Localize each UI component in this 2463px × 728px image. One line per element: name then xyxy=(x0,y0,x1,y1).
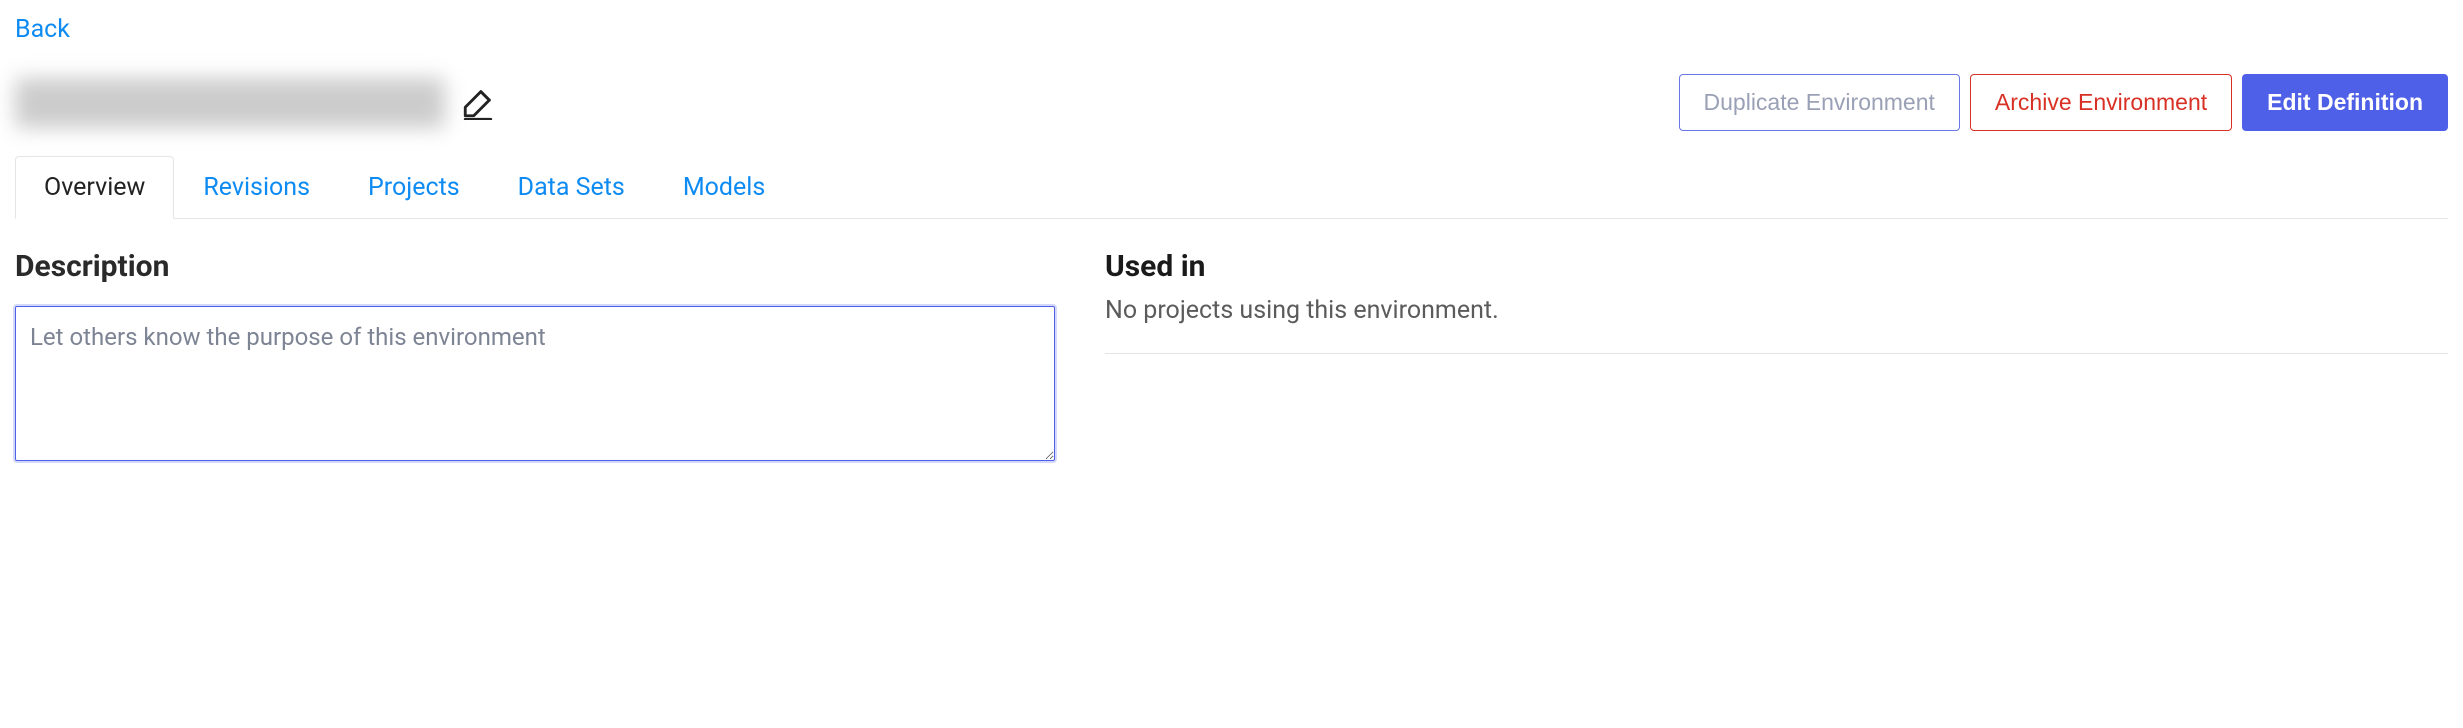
description-section: Description xyxy=(15,249,1055,465)
tab-overview[interactable]: Overview xyxy=(15,156,174,219)
used-in-section: Used in No projects using this environme… xyxy=(1105,249,2448,465)
archive-environment-button[interactable]: Archive Environment xyxy=(1970,74,2232,131)
edit-definition-button[interactable]: Edit Definition xyxy=(2242,74,2448,131)
used-in-empty-text: No projects using this environment. xyxy=(1105,296,2448,354)
used-in-heading: Used in xyxy=(1105,249,2448,284)
pencil-icon[interactable] xyxy=(459,84,497,122)
tab-revisions[interactable]: Revisions xyxy=(174,156,339,219)
content-row: Description Used in No projects using th… xyxy=(15,249,2448,465)
description-textarea[interactable] xyxy=(15,306,1055,461)
back-link[interactable]: Back xyxy=(15,15,70,44)
description-heading: Description xyxy=(15,249,1055,284)
title-area xyxy=(15,78,497,128)
tab-projects[interactable]: Projects xyxy=(339,156,489,219)
action-buttons: Duplicate Environment Archive Environmen… xyxy=(1679,74,2448,131)
tab-models[interactable]: Models xyxy=(654,156,794,219)
environment-title-redacted xyxy=(15,78,445,128)
tab-data-sets[interactable]: Data Sets xyxy=(489,156,654,219)
duplicate-environment-button[interactable]: Duplicate Environment xyxy=(1679,74,1960,131)
header-row: Duplicate Environment Archive Environmen… xyxy=(15,74,2448,131)
tabs: Overview Revisions Projects Data Sets Mo… xyxy=(15,156,2448,219)
